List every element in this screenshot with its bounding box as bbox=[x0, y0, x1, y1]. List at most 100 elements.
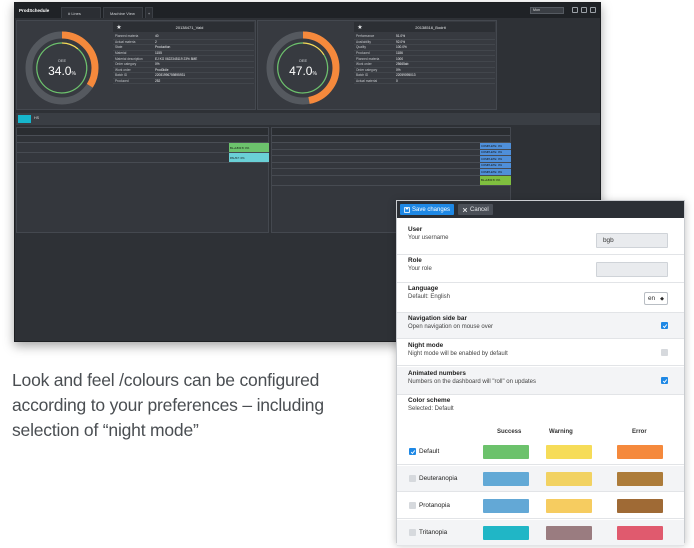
info-key: State bbox=[115, 45, 123, 50]
color-scheme-checkbox[interactable] bbox=[409, 475, 416, 482]
setting-language: Language Default: English en ◆ bbox=[397, 285, 684, 313]
info-key: Batch ID bbox=[115, 73, 128, 78]
color-scheme-name: Default bbox=[419, 448, 440, 455]
checkmark-icon bbox=[662, 378, 667, 383]
color-scheme-option[interactable]: Tritanopia bbox=[409, 529, 447, 536]
gauge-unit: % bbox=[312, 71, 317, 77]
setting-title: Animated numbers bbox=[408, 370, 466, 377]
status-badge: COMPLETE: 0% bbox=[480, 149, 511, 155]
setting-title: Navigation side bar bbox=[408, 315, 467, 322]
gauge-label: OEE bbox=[57, 58, 67, 63]
tab-lines[interactable]: # Lines bbox=[61, 7, 101, 18]
color-scheme-option[interactable]: Deuteranopia bbox=[409, 475, 457, 482]
color-scheme-option[interactable]: Default bbox=[409, 448, 439, 455]
fullscreen-icon[interactable] bbox=[581, 7, 587, 13]
gauge-label: OEE bbox=[298, 58, 308, 63]
info-key: Material description bbox=[115, 56, 143, 61]
color-scheme-name: Protanopia bbox=[419, 502, 450, 509]
status-badge: COMPLETE: 0% bbox=[480, 156, 511, 162]
color-scheme-row[interactable]: Deuteranopia bbox=[397, 466, 684, 492]
tab-machine-view[interactable]: Machine View bbox=[103, 7, 143, 18]
info-key: Order category bbox=[356, 67, 378, 72]
color-scheme-option[interactable]: Protanopia bbox=[409, 502, 450, 509]
info-key: Produced bbox=[115, 79, 129, 84]
warning-swatch bbox=[546, 472, 592, 486]
setting-title: Color scheme bbox=[408, 397, 451, 404]
info-key: Material bbox=[115, 51, 127, 56]
success-swatch bbox=[483, 526, 529, 540]
column-error: Error bbox=[632, 429, 647, 435]
info-value: 0 bbox=[396, 79, 398, 84]
dashboard-language-select[interactable]: Mon bbox=[530, 7, 564, 14]
success-swatch bbox=[483, 499, 529, 513]
color-scheme-row[interactable]: Tritanopia bbox=[397, 520, 684, 546]
color-scheme-row[interactable]: Protanopia bbox=[397, 493, 684, 519]
setting-desc: Open navigation on mouse over bbox=[408, 324, 494, 330]
status-badge: BL+1830 8: 0% bbox=[480, 175, 511, 185]
setting-desc: Numbers on the dashboard will "roll" on … bbox=[408, 379, 536, 385]
save-changes-button[interactable]: Save changes bbox=[400, 204, 455, 215]
status-badge: BL+1830 8: 0% bbox=[229, 143, 269, 152]
error-swatch bbox=[617, 445, 663, 459]
status-badge: PAUS7: 0% bbox=[229, 153, 269, 162]
info-value: 1155 bbox=[155, 51, 162, 56]
info-value: 92.0% bbox=[396, 39, 406, 44]
warning-swatch bbox=[546, 526, 592, 540]
color-scheme-name: Deuteranopia bbox=[419, 475, 458, 482]
settings-icon[interactable] bbox=[572, 7, 578, 13]
info-key: Work order bbox=[115, 67, 131, 72]
info-value: 1186 bbox=[396, 51, 403, 56]
info-value: Prod0idle bbox=[155, 67, 169, 72]
panel-info-table: Performance 51.0% Availability 92.0% Quality… bbox=[354, 34, 495, 85]
panel-title: 20138471_Vald bbox=[175, 24, 204, 30]
animated-numbers-checkbox[interactable] bbox=[661, 377, 668, 384]
warning-swatch bbox=[546, 445, 592, 459]
user-icon[interactable] bbox=[590, 7, 596, 13]
star-icon[interactable]: ★ bbox=[113, 24, 125, 31]
info-value: 252 bbox=[155, 79, 161, 84]
sort-arrows-icon: ◆ bbox=[660, 295, 664, 302]
info-key: Availability bbox=[356, 39, 372, 44]
info-value: 22059095013 bbox=[396, 73, 416, 78]
username-field[interactable] bbox=[596, 233, 668, 248]
status-badge: COMPLETE: 0% bbox=[480, 169, 511, 175]
machine-panel-2: OEE 47.0% ★ 20138516_Bodrit Performance 5… bbox=[257, 20, 497, 110]
success-swatch bbox=[483, 445, 529, 459]
info-value: 25665ab bbox=[396, 62, 409, 67]
info-key: Quality bbox=[356, 45, 366, 50]
status-badge: COMPLETE: 0% bbox=[480, 162, 511, 168]
nav-sidebar-checkbox[interactable] bbox=[661, 322, 668, 329]
info-key: Planned materia bbox=[356, 56, 380, 61]
info-value: 1000 bbox=[396, 56, 404, 61]
line-status-bar: HS bbox=[16, 113, 600, 125]
color-scheme-name: Tritanopia bbox=[419, 529, 448, 536]
night-mode-checkbox[interactable] bbox=[661, 349, 668, 356]
panel-info-table: Planned materia 40 Actual materia 2 State Pro… bbox=[113, 34, 254, 85]
caption-line: according to your preferences – includin… bbox=[12, 395, 324, 415]
panel-header: ★ 20138471_Vald bbox=[113, 22, 254, 32]
machine-panel-1: OEE 34.0% ★ 20138471_Vald Planned materi… bbox=[16, 20, 256, 110]
success-swatch bbox=[483, 472, 529, 486]
setting-desc: Night mode will be enabled by default bbox=[408, 351, 508, 357]
cancel-label: Cancel bbox=[470, 206, 489, 213]
app-brand: ProdSchedule bbox=[19, 8, 50, 13]
info-value: 0% bbox=[155, 62, 160, 67]
add-tab-icon[interactable]: + bbox=[145, 7, 153, 18]
info-key: Planned materia bbox=[115, 34, 139, 39]
color-scheme-checkbox[interactable] bbox=[409, 448, 416, 455]
star-icon[interactable]: ★ bbox=[354, 24, 366, 31]
column-success: Success bbox=[497, 429, 522, 435]
checkmark-icon bbox=[410, 449, 415, 454]
color-scheme-row[interactable]: Default bbox=[397, 439, 684, 465]
language-select[interactable]: en ◆ bbox=[644, 292, 668, 305]
save-icon bbox=[404, 206, 410, 213]
info-key: Actual materia bbox=[115, 39, 136, 44]
color-scheme-checkbox[interactable] bbox=[409, 502, 416, 509]
role-field[interactable] bbox=[596, 262, 668, 277]
color-scheme-checkbox[interactable] bbox=[409, 529, 416, 536]
status-indicator[interactable] bbox=[18, 115, 31, 123]
gauge-unit: % bbox=[71, 71, 76, 77]
cancel-button[interactable]: Cancel bbox=[458, 204, 493, 215]
info-key: Actual material bbox=[356, 79, 378, 84]
panel-title: 20138516_Bodrit bbox=[415, 24, 446, 30]
